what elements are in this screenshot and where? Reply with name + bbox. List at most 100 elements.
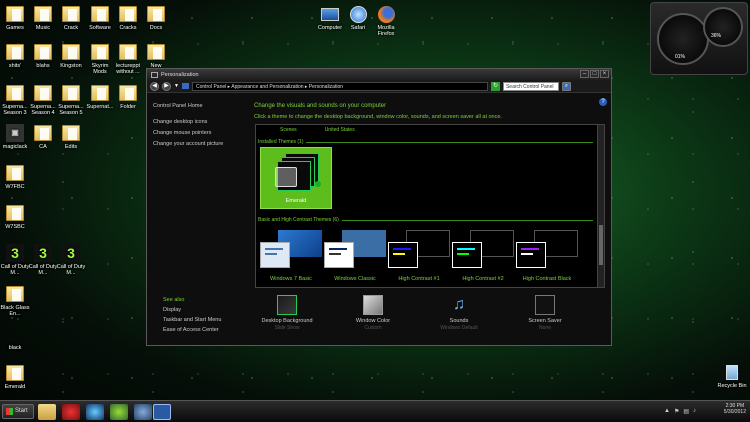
desktop-icon-software[interactable]: Software (85, 4, 115, 31)
explorer-taskbar-icon[interactable] (38, 404, 56, 420)
desktop-icon-supernatural-s5[interactable]: Superna... Season 5 (56, 83, 86, 116)
screen-saver-icon (535, 295, 555, 315)
scenes-label[interactable]: Scenes (280, 127, 297, 133)
desktop-icon-label: Safari (350, 25, 366, 31)
desktop-icon-label: CA (39, 144, 47, 150)
desktop-icon-supernatural[interactable]: Supernat... (85, 83, 115, 110)
installed-themes-title: Installed Themes (1) (258, 139, 304, 145)
address-field[interactable]: Control Panel ▸ Appearance and Personali… (191, 81, 488, 91)
address-bar-row: ◀ ▶ ▼ Control Panel ▸ Appearance and Per… (147, 80, 611, 93)
desktop-icon-label: Mozilla Firefox (377, 25, 395, 38)
desktop-icon-new[interactable]: New (141, 42, 171, 69)
folder-icon (119, 44, 137, 60)
themes-scrollbar[interactable] (597, 125, 604, 287)
start-button[interactable]: Start (2, 404, 34, 419)
page-heading: Change the visuals and sounds on your co… (254, 103, 387, 109)
desktop-icon-black-glass[interactable]: Black Glass En... (0, 284, 30, 317)
option-sublabel: Windows Default (440, 325, 478, 331)
desktop-icon-w7sbc[interactable]: W7SBC (0, 203, 30, 230)
search-icon[interactable]: ⌕ (561, 81, 571, 91)
tray-volume-icon[interactable]: ♪ (693, 408, 696, 415)
theme-high-contrast-black[interactable]: High Contrast Black (516, 230, 578, 282)
tray-flag-icon[interactable]: ⚑ (674, 408, 679, 415)
desktop-icon-kingston[interactable]: Kingston (56, 42, 86, 69)
theme-label: High Contrast #2 (462, 276, 504, 282)
desktop-icon-edits[interactable]: Edits (56, 123, 86, 150)
back-button[interactable]: ◀ (150, 81, 159, 91)
theme-high-contrast-1[interactable]: High Contrast #1 (388, 230, 450, 282)
change-mouse-pointers-link[interactable]: Change mouse pointers (153, 130, 248, 136)
refresh-icon[interactable]: ↻ (490, 81, 500, 91)
close-button[interactable]: × (600, 70, 609, 78)
option-sublabel: Custom (364, 325, 382, 331)
display-link[interactable]: Display (163, 307, 221, 313)
desktop-icon-music[interactable]: Music (28, 4, 58, 31)
tray-arrow-icon[interactable]: ▲ (664, 408, 670, 415)
page-subheading: Click a theme to change the desktop back… (254, 114, 502, 120)
theme-emerald[interactable]: Emerald (260, 147, 332, 209)
desktop-icon-cod-3[interactable]: 3 Call of Duty M... (56, 243, 86, 276)
change-account-picture-link[interactable]: Change your account picture (153, 141, 248, 147)
recycle-bin-icon (726, 364, 738, 380)
change-desktop-icons-link[interactable]: Change desktop icons (153, 119, 248, 125)
united-states-label[interactable]: United States (325, 127, 355, 133)
system-tray-icons: ▲ ⚑ ▤ ♪ (664, 408, 696, 415)
safari-compass-icon (349, 5, 367, 23)
desktop-icon-shits[interactable]: shits' (0, 42, 30, 69)
desktop-icon-emerald[interactable]: Emerald (0, 363, 30, 390)
desktop-icon-blahs[interactable]: blahs (28, 42, 58, 69)
desktop-icon-black[interactable]: black (0, 345, 30, 351)
tray-network-icon[interactable]: ▤ (683, 408, 689, 415)
theme-windows-7-basic[interactable]: Windows 7 Basic (260, 230, 322, 282)
folder-icon (6, 365, 24, 381)
desktop-icon-magiclack[interactable]: ▣ magiclack (0, 123, 30, 150)
window-color-button[interactable]: Window Color Custom (333, 295, 413, 331)
window-titlebar[interactable]: Personalization – □ × (147, 69, 611, 80)
theme-high-contrast-2[interactable]: High Contrast #2 (452, 230, 514, 282)
forward-button[interactable]: ▶ (162, 81, 171, 91)
firefox-icon (377, 5, 395, 23)
desktop-icon-supernatural-s3[interactable]: Superna... Season 3 (0, 83, 30, 116)
recent-pages-icon[interactable]: ▼ (174, 83, 179, 89)
help-icon[interactable]: ? (599, 98, 607, 106)
computer-icon (321, 7, 339, 21)
desktop-icon-ca[interactable]: CA (28, 123, 58, 150)
desktop-background-button[interactable]: Desktop Background Slide Show (247, 295, 327, 331)
minimize-button[interactable]: – (580, 70, 589, 78)
desktop-icon-label: Black Glass En... (0, 305, 30, 318)
desktop-icon-label: magiclack (2, 144, 28, 150)
control-panel-home-link[interactable]: Control Panel Home (153, 103, 248, 109)
desktop-icon-skyrim-mods[interactable]: Skyrim Mods (85, 42, 115, 75)
desktop-icon-w7fbc[interactable]: W7FBC (0, 163, 30, 190)
desktop-icon-docs[interactable]: Docs (141, 4, 171, 31)
ie-taskbar-icon[interactable] (86, 404, 104, 420)
theme-windows-classic[interactable]: Windows Classic (324, 230, 386, 282)
theme-label: Windows 7 Basic (270, 276, 312, 282)
desktop-icon-cracks[interactable]: Cracks (113, 4, 143, 31)
desktop-icon-games[interactable]: Games (0, 4, 30, 31)
desktop-icon-crack[interactable]: Crack (56, 4, 86, 31)
search-input[interactable]: Search Control Panel (502, 81, 559, 91)
taskbar-start-menu-link[interactable]: Taskbar and Start Menu (163, 317, 221, 323)
cpu-meter-gadget[interactable]: 01% 36% (650, 2, 748, 75)
sounds-button[interactable]: ♫ Sounds Windows Default (419, 295, 499, 331)
desktop-icon-folder[interactable]: Folder (113, 83, 143, 110)
desktop-icon-supernatural-s4[interactable]: Superna... Season 4 (28, 83, 58, 116)
desktop-icon-lectureppt[interactable]: lectureppt without ... (113, 42, 143, 75)
chrome-taskbar-icon[interactable] (62, 404, 80, 420)
ease-of-access-link[interactable]: Ease of Access Center (163, 327, 221, 333)
desktop-icon-firefox[interactable]: Mozilla Firefox (370, 4, 402, 37)
screen-saver-button[interactable]: Screen Saver None (505, 295, 585, 331)
desktop-icon-cod-2[interactable]: 3 Call of Duty M... (28, 243, 58, 276)
personalization-window: Personalization – □ × ◀ ▶ ▼ Control Pane… (146, 68, 612, 346)
control-panel-taskbar-icon[interactable] (153, 404, 171, 420)
clock[interactable]: 2:30 PM 5/30/2012 (724, 403, 746, 415)
memory-dial (703, 7, 743, 47)
desktop-icon-recycle-bin[interactable]: Recycle Bin (716, 362, 748, 389)
folder-icon (91, 44, 109, 60)
maximize-button[interactable]: □ (590, 70, 599, 78)
desktop-icon-cod-1[interactable]: 3 Call of Duty M... (0, 243, 30, 276)
desktop-icon-label: Skyrim Mods (91, 63, 109, 76)
utorrent-taskbar-icon[interactable] (110, 404, 128, 420)
app-taskbar-icon[interactable] (134, 404, 152, 420)
